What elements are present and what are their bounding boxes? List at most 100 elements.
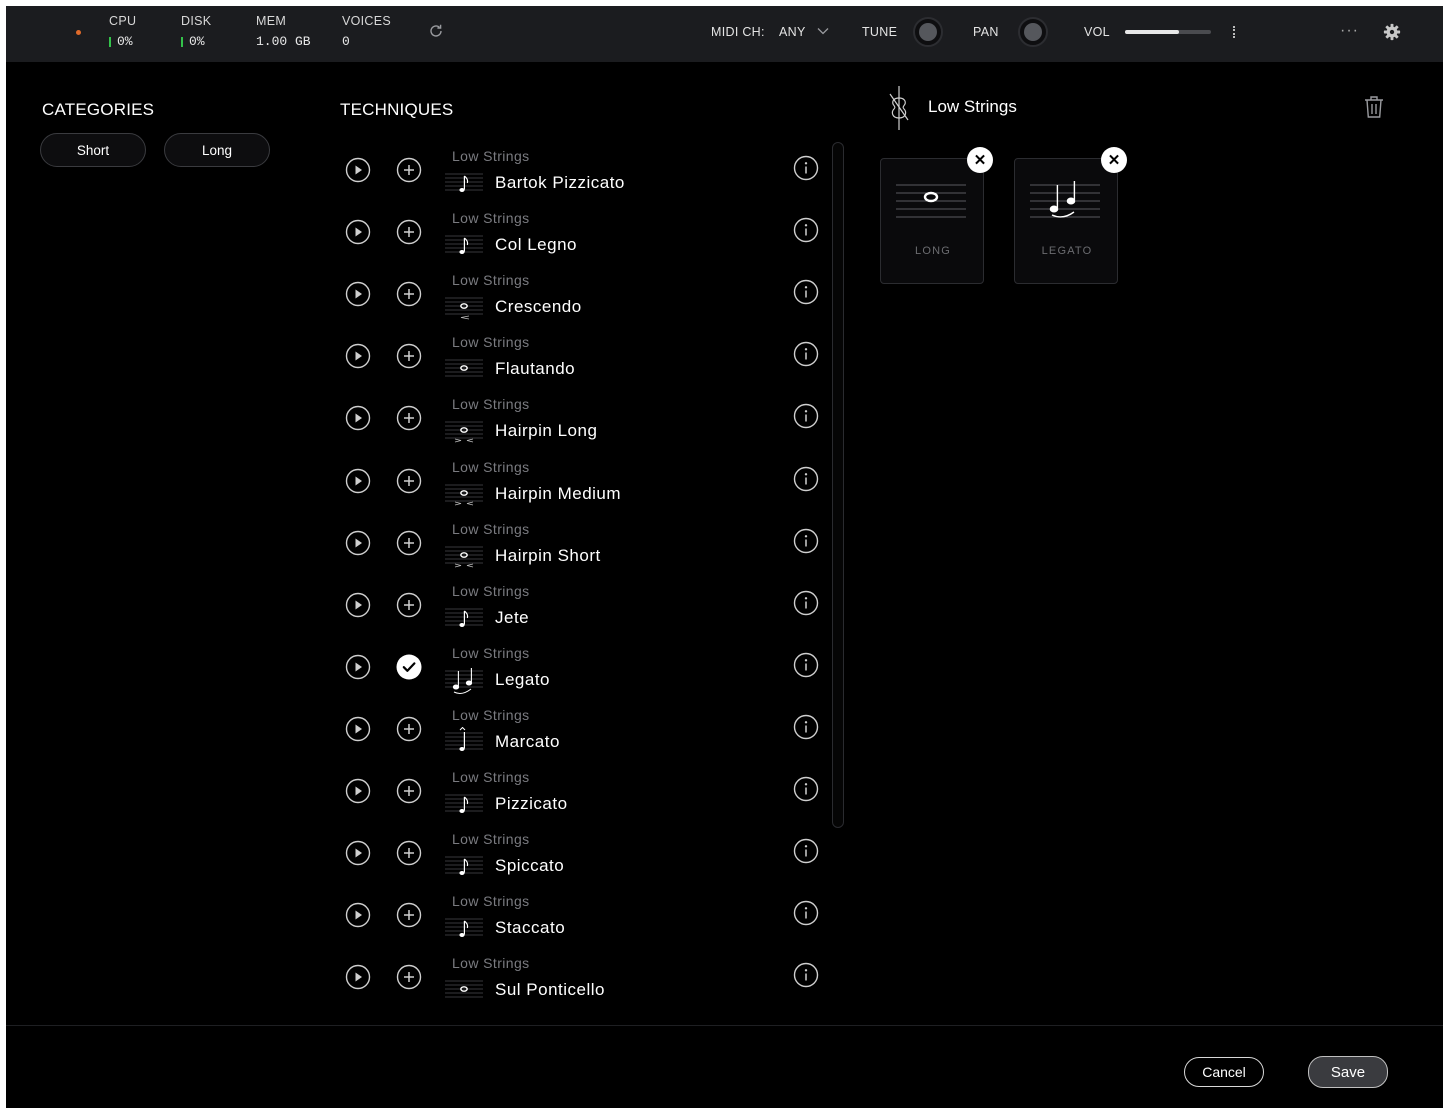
info-icon[interactable] [793,714,819,740]
cpu-meter: CPU 0% [109,14,136,49]
more-options-button[interactable]: ··· [1340,22,1359,40]
footer-divider [6,1025,1443,1026]
disk-meter: DISK 0% [181,14,211,49]
info-icon[interactable] [793,590,819,616]
play-preview-icon[interactable] [345,840,371,866]
techniques-list[interactable]: Low Strings Bartok Pizzicato Low Strings Co… [338,140,838,1008]
midi-channel-select[interactable]: ANY [779,25,806,39]
add-technique-icon[interactable] [396,157,422,183]
technique-row[interactable]: Low Strings Marcato [338,699,838,761]
technique-row[interactable]: Low Strings Hairpin Short [338,513,838,575]
technique-row[interactable]: Low Strings Sul Ponticello [338,947,838,1008]
notation-icon [445,975,483,1005]
volume-slider-fill [1125,30,1180,34]
info-icon[interactable] [793,466,819,492]
play-preview-icon[interactable] [345,716,371,742]
technique-name: Crescendo [495,297,582,317]
technique-row[interactable]: Low Strings Jete [338,575,838,637]
info-icon[interactable] [793,652,819,678]
play-preview-icon[interactable] [345,468,371,494]
play-preview-icon[interactable] [345,964,371,990]
gear-icon[interactable] [1383,23,1401,41]
technique-row[interactable]: Low Strings Flautando [338,326,838,388]
technique-row[interactable]: Low Strings Pizzicato [338,761,838,823]
info-icon[interactable] [793,776,819,802]
technique-row[interactable]: Low Strings Spiccato [338,823,838,885]
technique-row[interactable]: Low Strings Crescendo [338,264,838,326]
play-preview-icon[interactable] [345,405,371,431]
tune-knob[interactable] [913,17,943,47]
remove-card-button[interactable]: ✕ [967,147,993,173]
add-technique-icon[interactable] [396,219,422,245]
info-icon[interactable] [793,962,819,988]
chevron-down-icon[interactable] [817,26,829,36]
play-preview-icon[interactable] [345,592,371,618]
info-icon[interactable] [793,279,819,305]
remove-card-button[interactable]: ✕ [1101,147,1127,173]
midi-channel-label: MIDI CH: [711,25,765,39]
technique-row[interactable]: Low Strings Hairpin Medium [338,451,838,513]
technique-name: Staccato [495,918,566,938]
checkmark-icon[interactable] [396,654,422,680]
notation-icon [445,354,483,384]
top-bar: CPU 0% DISK 0% MEM 1.00 GB VOICES 0 MIDI… [6,6,1443,62]
add-technique-icon[interactable] [396,405,422,431]
play-preview-icon[interactable] [345,530,371,556]
category-long-button[interactable]: Long [164,133,270,167]
mem-value: 1.00 GB [256,34,311,49]
play-preview-icon[interactable] [345,343,371,369]
technique-row[interactable]: Low Strings Col Legno [338,202,838,264]
category-short-button[interactable]: Short [40,133,146,167]
cancel-button[interactable]: Cancel [1184,1057,1264,1087]
play-preview-icon[interactable] [345,281,371,307]
add-technique-icon[interactable] [396,716,422,742]
selected-card-legato[interactable]: LEGATO ✕ [1014,147,1127,284]
technique-name: Hairpin Short [495,545,601,565]
play-preview-icon[interactable] [345,902,371,928]
technique-name: Hairpin Medium [495,483,622,503]
status-dot-icon [76,30,81,35]
add-technique-icon[interactable] [396,902,422,928]
info-icon[interactable] [793,403,819,429]
technique-instrument: Low Strings [452,769,530,785]
add-technique-icon[interactable] [396,468,422,494]
play-preview-icon[interactable] [345,778,371,804]
add-technique-icon[interactable] [396,530,422,556]
technique-name: Col Legno [495,235,578,255]
info-icon[interactable] [793,155,819,181]
trash-icon[interactable] [1364,95,1384,119]
pan-knob[interactable] [1018,17,1048,47]
technique-instrument: Low Strings [452,520,530,537]
technique-instrument: Low Strings [452,458,530,475]
selected-card-long[interactable]: LONG ✕ [880,147,993,284]
technique-name: Bartok Pizzicato [495,173,625,192]
volume-slider[interactable] [1125,30,1211,34]
technique-row[interactable]: Low Strings Hairpin Long [338,388,838,450]
cello-icon [889,86,909,130]
add-technique-icon[interactable] [396,840,422,866]
voices-value: 0 [342,34,350,49]
add-technique-icon[interactable] [396,343,422,369]
play-preview-icon[interactable] [345,654,371,680]
play-preview-icon[interactable] [345,219,371,245]
refresh-icon[interactable] [428,23,444,39]
add-technique-icon[interactable] [396,592,422,618]
disk-value: 0% [189,34,205,49]
techniques-scrollbar[interactable] [832,142,844,828]
play-preview-icon[interactable] [345,157,371,183]
info-icon[interactable] [793,341,819,367]
add-technique-icon[interactable] [396,281,422,307]
info-icon[interactable] [793,528,819,554]
info-icon[interactable] [793,838,819,864]
info-icon[interactable] [793,900,819,926]
notation-icon [445,603,483,633]
info-icon[interactable] [793,217,819,243]
technique-row[interactable]: Low Strings Staccato [338,885,838,947]
volume-slider-handle[interactable] [1233,26,1235,38]
technique-row[interactable]: Low Strings Legato [338,637,838,699]
save-button[interactable]: Save [1308,1056,1388,1088]
add-technique-icon[interactable] [396,964,422,990]
technique-row[interactable]: Low Strings Bartok Pizzicato [338,140,838,202]
card-caption: LEGATO [1041,245,1093,257]
add-technique-icon[interactable] [396,778,422,804]
